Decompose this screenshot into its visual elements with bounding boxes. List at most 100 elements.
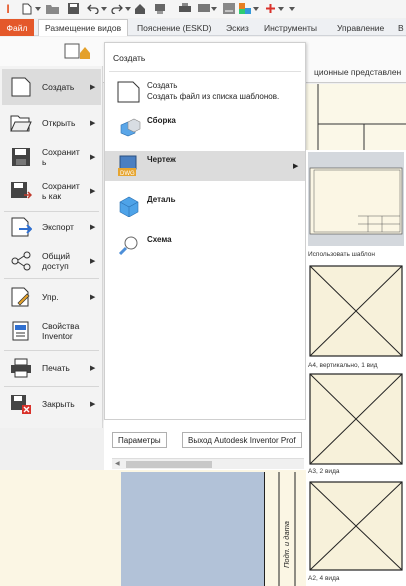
item-label: Деталь: [147, 195, 176, 204]
menu-item-label: Сохранит ь как: [42, 181, 80, 201]
tab-view[interactable]: В: [398, 19, 404, 36]
chevron-right-icon: ▶: [90, 84, 96, 91]
menu-item-label: Экспорт: [42, 222, 74, 232]
chevron-right-icon: ▶: [90, 224, 96, 231]
chevron-right-icon: ▶: [90, 294, 96, 301]
tab-annotate[interactable]: Пояснение (ESKD): [137, 19, 211, 36]
menu-item-properties[interactable]: Свойства Inventor: [2, 313, 101, 349]
template-caption: A4, вертикально, 1 вид: [308, 362, 378, 369]
part-icon: [117, 195, 141, 217]
properties-icon: [10, 321, 32, 341]
template-thumb-a3[interactable]: [308, 372, 404, 466]
measure-icon[interactable]: [222, 1, 236, 16]
menu-item-save[interactable]: Сохранит ь ▶: [2, 139, 101, 175]
exit-inventor-button[interactable]: Выход Autodesk Inventor Prof: [182, 432, 302, 448]
create-item-assembly[interactable]: Сборка: [105, 112, 305, 142]
customize-dropdown-icon[interactable]: [288, 1, 296, 16]
save-as-icon: [10, 181, 32, 201]
menu-item-manage[interactable]: Упр. ▶: [2, 279, 101, 315]
tab-manage[interactable]: Управление: [337, 19, 384, 36]
menu-item-open[interactable]: Открыть ▶: [2, 105, 101, 141]
inventor-logo-icon[interactable]: I: [2, 1, 14, 16]
chevron-right-icon: ▶: [90, 401, 96, 408]
redo-dropdown-icon[interactable]: [124, 1, 132, 16]
template-caption: Использовать шаблон: [308, 251, 375, 258]
open-icon[interactable]: [45, 1, 59, 16]
item-label: Создать: [147, 81, 178, 90]
options-button[interactable]: Параметры: [112, 432, 167, 448]
chevron-right-icon: ▶: [90, 258, 96, 265]
chevron-right-icon: ▶: [90, 365, 96, 372]
undo-dropdown-icon[interactable]: [100, 1, 108, 16]
scroll-left-icon[interactable]: ◀: [115, 460, 120, 467]
redo-icon[interactable]: [110, 1, 124, 16]
menu-item-label: Общий доступ: [42, 251, 70, 271]
display-dropdown-icon[interactable]: [210, 1, 218, 16]
stamp-signature-label: Подп. и дата: [282, 521, 291, 568]
return-icon[interactable]: [153, 1, 167, 16]
template-caption: A3, 2 вида: [308, 468, 340, 475]
menu-item-export[interactable]: Экспорт ▶: [2, 209, 101, 245]
ribbon-tool-icon[interactable]: [64, 43, 92, 61]
menu-item-label: Свойства Inventor: [42, 321, 80, 341]
horizontal-scrollbar[interactable]: ◀: [112, 458, 304, 469]
item-label: Схема: [147, 235, 172, 244]
menu-item-label: Упр.: [42, 292, 59, 302]
svg-text:DWG: DWG: [120, 171, 135, 177]
template-thumb-a2[interactable]: [308, 480, 404, 572]
menu-item-label: Сохранит ь: [42, 147, 80, 167]
print-icon[interactable]: [178, 1, 192, 16]
menu-item-print[interactable]: Печать ▶: [2, 350, 101, 386]
share-icon: [10, 251, 32, 271]
ribbon-presentation-label[interactable]: ционные представлен: [314, 67, 401, 77]
manage-icon: [10, 287, 32, 307]
chevron-right-icon: ▶: [90, 188, 96, 195]
drawing-view-region: [121, 472, 264, 586]
item-label: Сборка: [147, 116, 176, 125]
menu-item-share[interactable]: Общий доступ ▶: [2, 243, 101, 279]
quick-access-toolbar: I: [0, 0, 406, 18]
add-dropdown-icon[interactable]: [277, 1, 285, 16]
new-dropdown-icon[interactable]: [34, 1, 42, 16]
new-doc-icon: [117, 81, 141, 103]
print-icon: [10, 358, 32, 378]
material-dropdown-icon[interactable]: [252, 1, 260, 16]
file-menu: Создать ▶ Открыть ▶ Сохранит ь ▶ Сохрани…: [0, 66, 103, 428]
undo-icon[interactable]: [86, 1, 100, 16]
tab-tools[interactable]: Инструменты: [264, 19, 317, 36]
close-doc-icon: [10, 394, 32, 414]
tab-sketch[interactable]: Эскиз: [226, 19, 249, 36]
assembly-icon: [117, 116, 141, 138]
tab-place-views[interactable]: Размещение видов: [38, 19, 129, 36]
tab-file[interactable]: Файл: [0, 19, 34, 36]
new-doc-icon: [10, 77, 32, 97]
menu-item-new[interactable]: Создать ▶: [2, 69, 101, 105]
item-label: Чертеж: [147, 155, 176, 164]
presentation-icon: [117, 235, 141, 257]
material-icon[interactable]: [238, 1, 252, 16]
create-item-part[interactable]: Деталь: [105, 191, 305, 221]
chevron-right-icon: ▶: [90, 154, 96, 161]
save-icon: [10, 147, 32, 167]
new-file-icon[interactable]: [20, 1, 34, 16]
menu-item-save-as[interactable]: Сохранит ь как ▶: [2, 173, 101, 209]
create-item-drawing[interactable]: DWG Чертеж ▶: [105, 151, 305, 181]
menu-item-label: Печать: [42, 363, 70, 373]
create-item-presentation[interactable]: Схема: [105, 231, 305, 261]
drawing-dwg-icon: DWG: [117, 155, 141, 177]
home-icon[interactable]: [133, 1, 147, 16]
display-icon[interactable]: [197, 1, 211, 16]
template-thumb-default[interactable]: [308, 152, 404, 246]
create-submenu: Создать Создать Создать файл из списка ш…: [104, 42, 306, 420]
add-icon[interactable]: [263, 1, 277, 16]
save-icon[interactable]: [66, 1, 80, 16]
template-panel: Использовать шаблон A4, вертикально, 1 в…: [306, 150, 406, 586]
ribbon-tabs: Файл Размещение видов Пояснение (ESKD) Э…: [0, 19, 406, 36]
menu-item-close[interactable]: Закрыть ▶: [2, 386, 101, 422]
item-description: Создать файл из списка шаблонов.: [147, 92, 280, 101]
scrollbar-thumb[interactable]: [126, 461, 212, 468]
app-logo-text: I: [6, 1, 10, 16]
export-icon: [10, 217, 32, 237]
template-thumb-a4[interactable]: [308, 264, 404, 358]
create-item-new[interactable]: Создать Создать файл из списка шаблонов.: [105, 77, 305, 107]
